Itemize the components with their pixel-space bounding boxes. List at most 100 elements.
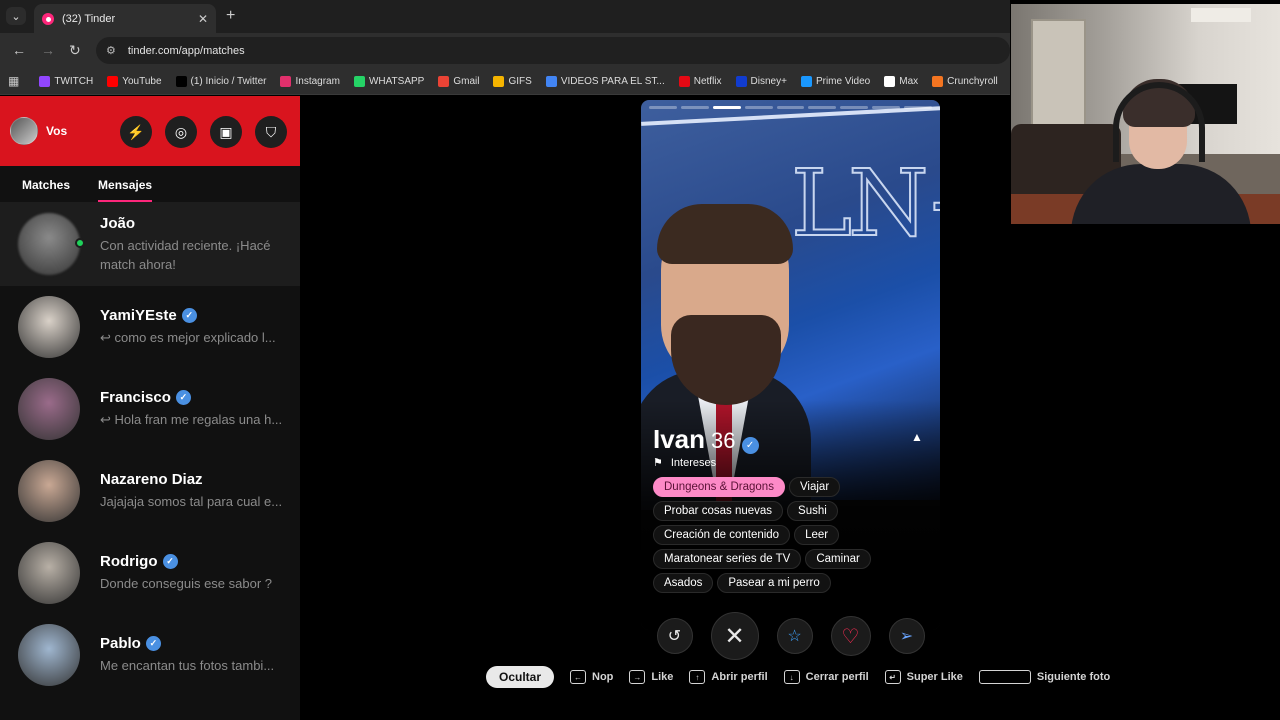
like-button[interactable]: ♡	[830, 616, 871, 656]
sidebar-tabs: Matches Mensajes	[0, 166, 300, 202]
new-tab-icon[interactable]: +	[226, 7, 235, 25]
super-like-button[interactable]: ☆	[776, 618, 813, 654]
tab-close-icon[interactable]: ✕	[198, 12, 208, 26]
avatar	[18, 296, 80, 358]
hint-open-profile: ↑ Abrir perfil	[689, 670, 768, 684]
reload-icon[interactable]: ↻	[69, 42, 81, 59]
back-arrow-icon[interactable]: ←	[12, 42, 26, 58]
bookmark-favicon-icon	[735, 75, 747, 87]
url-text[interactable]: tinder.com/app/matches	[128, 45, 245, 57]
photo-progress-segment	[808, 106, 837, 109]
bookmark-favicon-icon	[438, 75, 450, 87]
forward-arrow-icon[interactable]: →	[41, 42, 55, 58]
conversation-text: Francisco ✓ ↩ Hola fran me regalas una h..…	[100, 389, 290, 429]
star-icon: ☆	[787, 628, 802, 645]
safety-shield-icon[interactable]: ⛉	[255, 116, 287, 148]
conversation-name-row: Rodrigo ✓	[100, 553, 290, 570]
rewind-button[interactable]: ↺	[656, 618, 693, 654]
conversation-preview: Donde conseguis ese sabor ?	[100, 576, 273, 591]
conversation-item[interactable]: João Con actividad reciente. ¡Hacé match …	[0, 202, 300, 286]
my-profile-name[interactable]: Vos	[46, 124, 67, 138]
bookmark-label: (1) Inicio / Twitter	[190, 75, 267, 87]
interest-chip: Asados	[653, 573, 714, 593]
browser-tab[interactable]: (32) Tinder ✕	[34, 4, 216, 33]
bookmark-item[interactable]: YouTube	[107, 75, 162, 87]
bookmark-item[interactable]: Crunchyroll	[932, 75, 998, 87]
conversation-name-row: Pablo ✓	[100, 635, 290, 652]
hint-superlike-label: Super Like	[906, 671, 963, 683]
left-key-icon: ←	[570, 670, 587, 684]
bookmark-item[interactable]: Disney+	[735, 75, 787, 87]
profile-age: 36	[711, 428, 736, 453]
bookmark-item[interactable]: Gmail	[438, 75, 479, 87]
rewind-icon: ↺	[667, 628, 682, 645]
bookmark-favicon-icon	[39, 75, 51, 87]
bookmark-item[interactable]: VIDEOS PARA EL ST...	[545, 75, 665, 87]
verified-badge-icon: ✓	[162, 554, 178, 569]
boost-button[interactable]: ➢	[888, 618, 925, 654]
interest-chip: Caminar	[805, 549, 871, 569]
bookmark-favicon-icon	[800, 75, 812, 87]
profile-name: Ivan	[653, 424, 706, 454]
conversation-item[interactable]: Nazareno Diaz Jajajaja somos tal para cua…	[0, 450, 300, 532]
conversation-text: Nazareno Diaz Jajajaja somos tal para cua…	[100, 471, 290, 511]
hint-nope: ← Nop	[570, 670, 613, 684]
info-arrow-icon[interactable]: ▲	[911, 430, 923, 444]
close-icon: ✕	[724, 622, 745, 650]
photo-progress-segment	[744, 106, 773, 109]
photo-progress-segment	[776, 106, 805, 109]
conversation-item[interactable]: Pablo ✓ Me encantan tus fotos tambi...	[0, 614, 300, 696]
avatar	[18, 624, 80, 686]
bookmark-favicon-icon	[545, 75, 557, 87]
tab-matches[interactable]: Matches	[22, 178, 70, 202]
bookmark-item[interactable]: Max	[884, 75, 918, 87]
bookmark-item[interactable]: Instagram	[280, 75, 340, 87]
conversation-name: Pablo	[100, 635, 141, 652]
conversation-text: YamiYEste ✓ ↩ como es mejor explicado l...	[100, 307, 290, 347]
my-avatar[interactable]	[10, 117, 38, 145]
send-icon: ➢	[899, 628, 914, 645]
bookmark-favicon-icon	[884, 75, 896, 87]
online-status-dot	[75, 238, 85, 248]
conversation-preview: Con actividad reciente. ¡Hacé match ahor…	[100, 237, 271, 272]
boost-lightning-icon[interactable]: ⚡	[120, 116, 152, 148]
avatar	[18, 213, 80, 275]
hint-close-profile: ↓ Cerrar perfil	[783, 670, 869, 684]
verified-badge-icon: ✓	[181, 308, 197, 323]
explore-compass-icon[interactable]: ◎	[165, 116, 197, 148]
bookmark-favicon-icon	[493, 75, 505, 87]
tinder-favicon-icon	[42, 12, 54, 25]
url-omnibox[interactable]: ⚙ tinder.com/app/matches	[96, 37, 1010, 64]
photo-progress-bar	[649, 106, 933, 109]
hint-like: → Like	[629, 670, 673, 684]
avatar	[18, 542, 80, 604]
apps-grid-icon[interactable]: ▦	[8, 74, 19, 88]
conversation-item[interactable]: Francisco ✓ ↩ Hola fran me regalas una h..…	[0, 368, 300, 450]
bookmark-label: GIFS	[508, 75, 532, 87]
conversation-text: Pablo ✓ Me encantan tus fotos tambi...	[100, 635, 290, 675]
message-list: João Con actividad reciente. ¡Hacé match …	[0, 202, 300, 696]
conversation-name-row: Francisco ✓	[100, 389, 290, 406]
bookmark-item[interactable]: Netflix	[678, 75, 722, 87]
bookmark-favicon-icon	[280, 75, 292, 87]
conversation-item[interactable]: Rodrigo ✓ Donde conseguis ese sabor ?	[0, 532, 300, 614]
interest-chip: Viajar	[788, 477, 841, 497]
bookmark-item[interactable]: GIFS	[493, 75, 532, 87]
conversation-preview: ↩ Hola fran me regalas una h...	[100, 412, 283, 427]
hide-hints-button[interactable]: Ocultar	[486, 666, 555, 688]
nope-button[interactable]: ✕	[710, 612, 759, 660]
bookmark-item[interactable]: Prime Video	[800, 75, 870, 87]
bookmark-item[interactable]: WHATSAPP	[353, 75, 424, 87]
background-logo-decoration: LN+	[790, 149, 940, 258]
bookmark-item[interactable]: (1) Inicio / Twitter	[175, 75, 267, 87]
profile-card[interactable]: LN+ ▲ Ivan 36 ✓ ⚑ Intereses Dungeons & D…	[641, 100, 940, 630]
conversation-name-row: YamiYEste ✓	[100, 307, 290, 324]
bookmark-favicon-icon	[932, 75, 944, 87]
briefcase-icon[interactable]: ▣	[210, 116, 242, 148]
site-settings-icon[interactable]: ⚙	[106, 44, 116, 57]
tab-search-icon[interactable]: ⌄	[6, 7, 26, 25]
conversation-item[interactable]: YamiYEste ✓ ↩ como es mejor explicado l...	[0, 286, 300, 368]
bookmark-item[interactable]: TWITCH	[39, 75, 93, 87]
photo-progress-segment	[680, 106, 709, 109]
tab-messages[interactable]: Mensajes	[98, 178, 153, 202]
